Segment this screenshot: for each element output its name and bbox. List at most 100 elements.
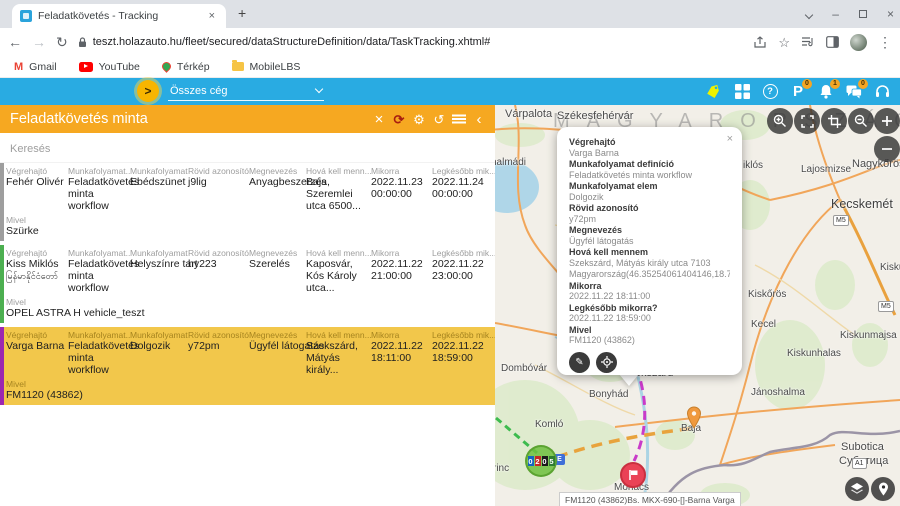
company-select-value: Összes cég <box>170 85 227 97</box>
map-label: Dombóvár <box>501 363 547 374</box>
url-text: teszt.holazauto.hu/fleet/secured/dataStr… <box>93 36 491 48</box>
road-badge-m5: M5 <box>833 215 849 226</box>
status-bar-purple <box>0 327 4 405</box>
chevron-down-icon <box>315 84 323 92</box>
map-label: Kiskunhalas <box>787 348 841 359</box>
app-header: > Összes cég ? P 0 <box>0 78 900 105</box>
map-label: Kecskemét <box>831 197 893 211</box>
status-bar-gray <box>0 163 4 241</box>
bookmark-star-icon[interactable]: ☆ <box>778 36 790 49</box>
parking-badge: 0 <box>802 79 812 89</box>
map-label: Lajosmizse <box>801 164 851 175</box>
bookmark-mobilelbs[interactable]: MobileLBS <box>232 61 301 73</box>
panel-settings-icon[interactable]: ⚙ <box>409 113 429 126</box>
map-label: Bonyhád <box>589 389 628 400</box>
map-label: Székesfehérvár <box>557 110 633 122</box>
locate-button[interactable] <box>596 352 617 373</box>
gmail-icon: M <box>14 61 23 73</box>
notifications-bell-icon[interactable]: 1 <box>816 82 836 102</box>
window-close-button[interactable]: × <box>887 8 894 20</box>
map-label: Várpalota <box>505 108 552 120</box>
company-select[interactable]: Összes cég <box>168 81 324 101</box>
map-label: iklós <box>743 160 763 171</box>
task-location-marker[interactable] <box>620 462 646 488</box>
expand-panel-button[interactable]: > <box>137 80 159 102</box>
browser-menu-icon[interactable]: ⋮ <box>878 35 892 49</box>
bookmark-youtube[interactable]: YouTube <box>79 61 140 73</box>
messages-icon[interactable]: 0 <box>844 82 864 102</box>
folder-icon <box>232 62 244 71</box>
table-row[interactable]: VégrehajtóKiss Miklósမြန်မာနိုင်ငံတော် M… <box>0 245 495 323</box>
zoom-in-button[interactable] <box>874 108 900 134</box>
panel-list-icon[interactable] <box>449 113 469 126</box>
url-field[interactable]: teszt.holazauto.hu/fleet/secured/dataStr… <box>78 36 744 48</box>
table-row[interactable]: VégrehajtóFehér Olivér Munkafolyamat...F… <box>0 163 495 241</box>
help-icon[interactable]: ? <box>760 82 780 102</box>
tag-icon[interactable] <box>704 82 724 102</box>
map-label: Subotica <box>841 441 884 453</box>
profile-avatar[interactable] <box>850 34 867 51</box>
messages-badge: 0 <box>858 79 868 89</box>
crop-select-button[interactable] <box>821 108 847 134</box>
reload-icon[interactable]: ↻ <box>56 35 68 49</box>
panel-refresh-icon[interactable]: ⟳ <box>389 113 409 126</box>
map-label: Kiskunfélegy <box>880 262 900 273</box>
layers-button[interactable] <box>845 477 869 501</box>
dashboard-grid-icon[interactable] <box>732 82 752 102</box>
bell-badge: 1 <box>830 79 840 89</box>
panel-collapse-icon[interactable]: ‹ <box>469 112 489 127</box>
popup-close-icon[interactable]: × <box>727 133 733 145</box>
tab-title: Feladatkövetés - Tracking <box>38 10 200 22</box>
back-icon[interactable]: ← <box>8 35 22 49</box>
share-icon[interactable] <box>753 36 767 49</box>
status-bar-green <box>0 245 4 323</box>
map-label: Kiskunmajsa <box>840 330 897 341</box>
map-label: Kiskőrös <box>748 289 786 300</box>
map-label: rinc <box>495 463 509 474</box>
panel-history-icon[interactable]: ↺ <box>429 113 449 126</box>
side-panel-icon[interactable] <box>826 36 839 48</box>
panel-close-icon[interactable]: × <box>369 112 389 127</box>
tab-strip: Feladatkövetés - Tracking × + – × <box>0 0 900 28</box>
forward-icon: → <box>32 35 46 49</box>
tab-search-icon[interactable] <box>806 5 812 23</box>
fullscreen-button[interactable] <box>794 108 820 134</box>
crosshair-icon <box>601 356 613 368</box>
window-minimize-button[interactable]: – <box>832 8 839 20</box>
popup-tail <box>619 374 639 386</box>
map-pin-icon <box>160 60 173 73</box>
flag-icon <box>628 469 639 481</box>
new-tab-button[interactable]: + <box>238 5 246 21</box>
tab-close-icon[interactable]: × <box>206 10 218 23</box>
task-info-popup: × Végrehajtó Varga Barna Munkafolyamat d… <box>557 127 742 375</box>
panel-header: Feladatkövetés minta × ⟳ ⚙ ↺ ‹ <box>0 105 495 133</box>
zoom-box-out-button[interactable] <box>848 108 874 134</box>
parking-icon[interactable]: P 0 <box>788 82 808 102</box>
address-bar: ← → ↻ teszt.holazauto.hu/fleet/secured/d… <box>0 28 900 56</box>
youtube-icon <box>79 62 93 72</box>
table-row-selected[interactable]: VégrehajtóVarga Barna Munkafolyamat...Fe… <box>0 327 495 405</box>
tab-favicon-icon <box>20 10 32 22</box>
browser-tab[interactable]: Feladatkövetés - Tracking × <box>12 4 226 28</box>
map-label: Komló <box>535 419 563 430</box>
edit-icon: ✎ <box>575 357 583 368</box>
bookmark-gmail[interactable]: M Gmail <box>14 61 57 73</box>
bookmark-terkep[interactable]: Térkép <box>162 61 210 73</box>
search-input[interactable] <box>8 142 478 156</box>
window-maximize-button[interactable] <box>859 5 867 23</box>
lock-icon <box>78 37 87 48</box>
zoom-out-button[interactable] <box>874 136 900 162</box>
headset-icon[interactable] <box>872 82 892 102</box>
road-badge-m5: M5 <box>878 301 894 312</box>
zoom-box-in-button[interactable] <box>767 108 793 134</box>
task-panel: Feladatkövetés minta × ⟳ ⚙ ↺ ‹ Végrehajt… <box>0 105 495 506</box>
panel-title: Feladatkövetés minta <box>10 111 369 127</box>
edit-task-button[interactable]: ✎ <box>569 352 590 373</box>
road-badge-a1: A1 <box>852 458 867 469</box>
map-canvas[interactable]: MAGYARORSZÁG Várpalota Székesfehérvár ha… <box>495 105 900 506</box>
location-pin-button[interactable] <box>871 477 895 501</box>
vehicle-cluster-marker[interactable]: 0 2 0 5 <box>525 445 557 477</box>
reading-list-icon[interactable] <box>801 36 815 48</box>
map-label: Jánoshalma <box>751 387 805 398</box>
destination-pin-marker[interactable] <box>686 406 702 434</box>
